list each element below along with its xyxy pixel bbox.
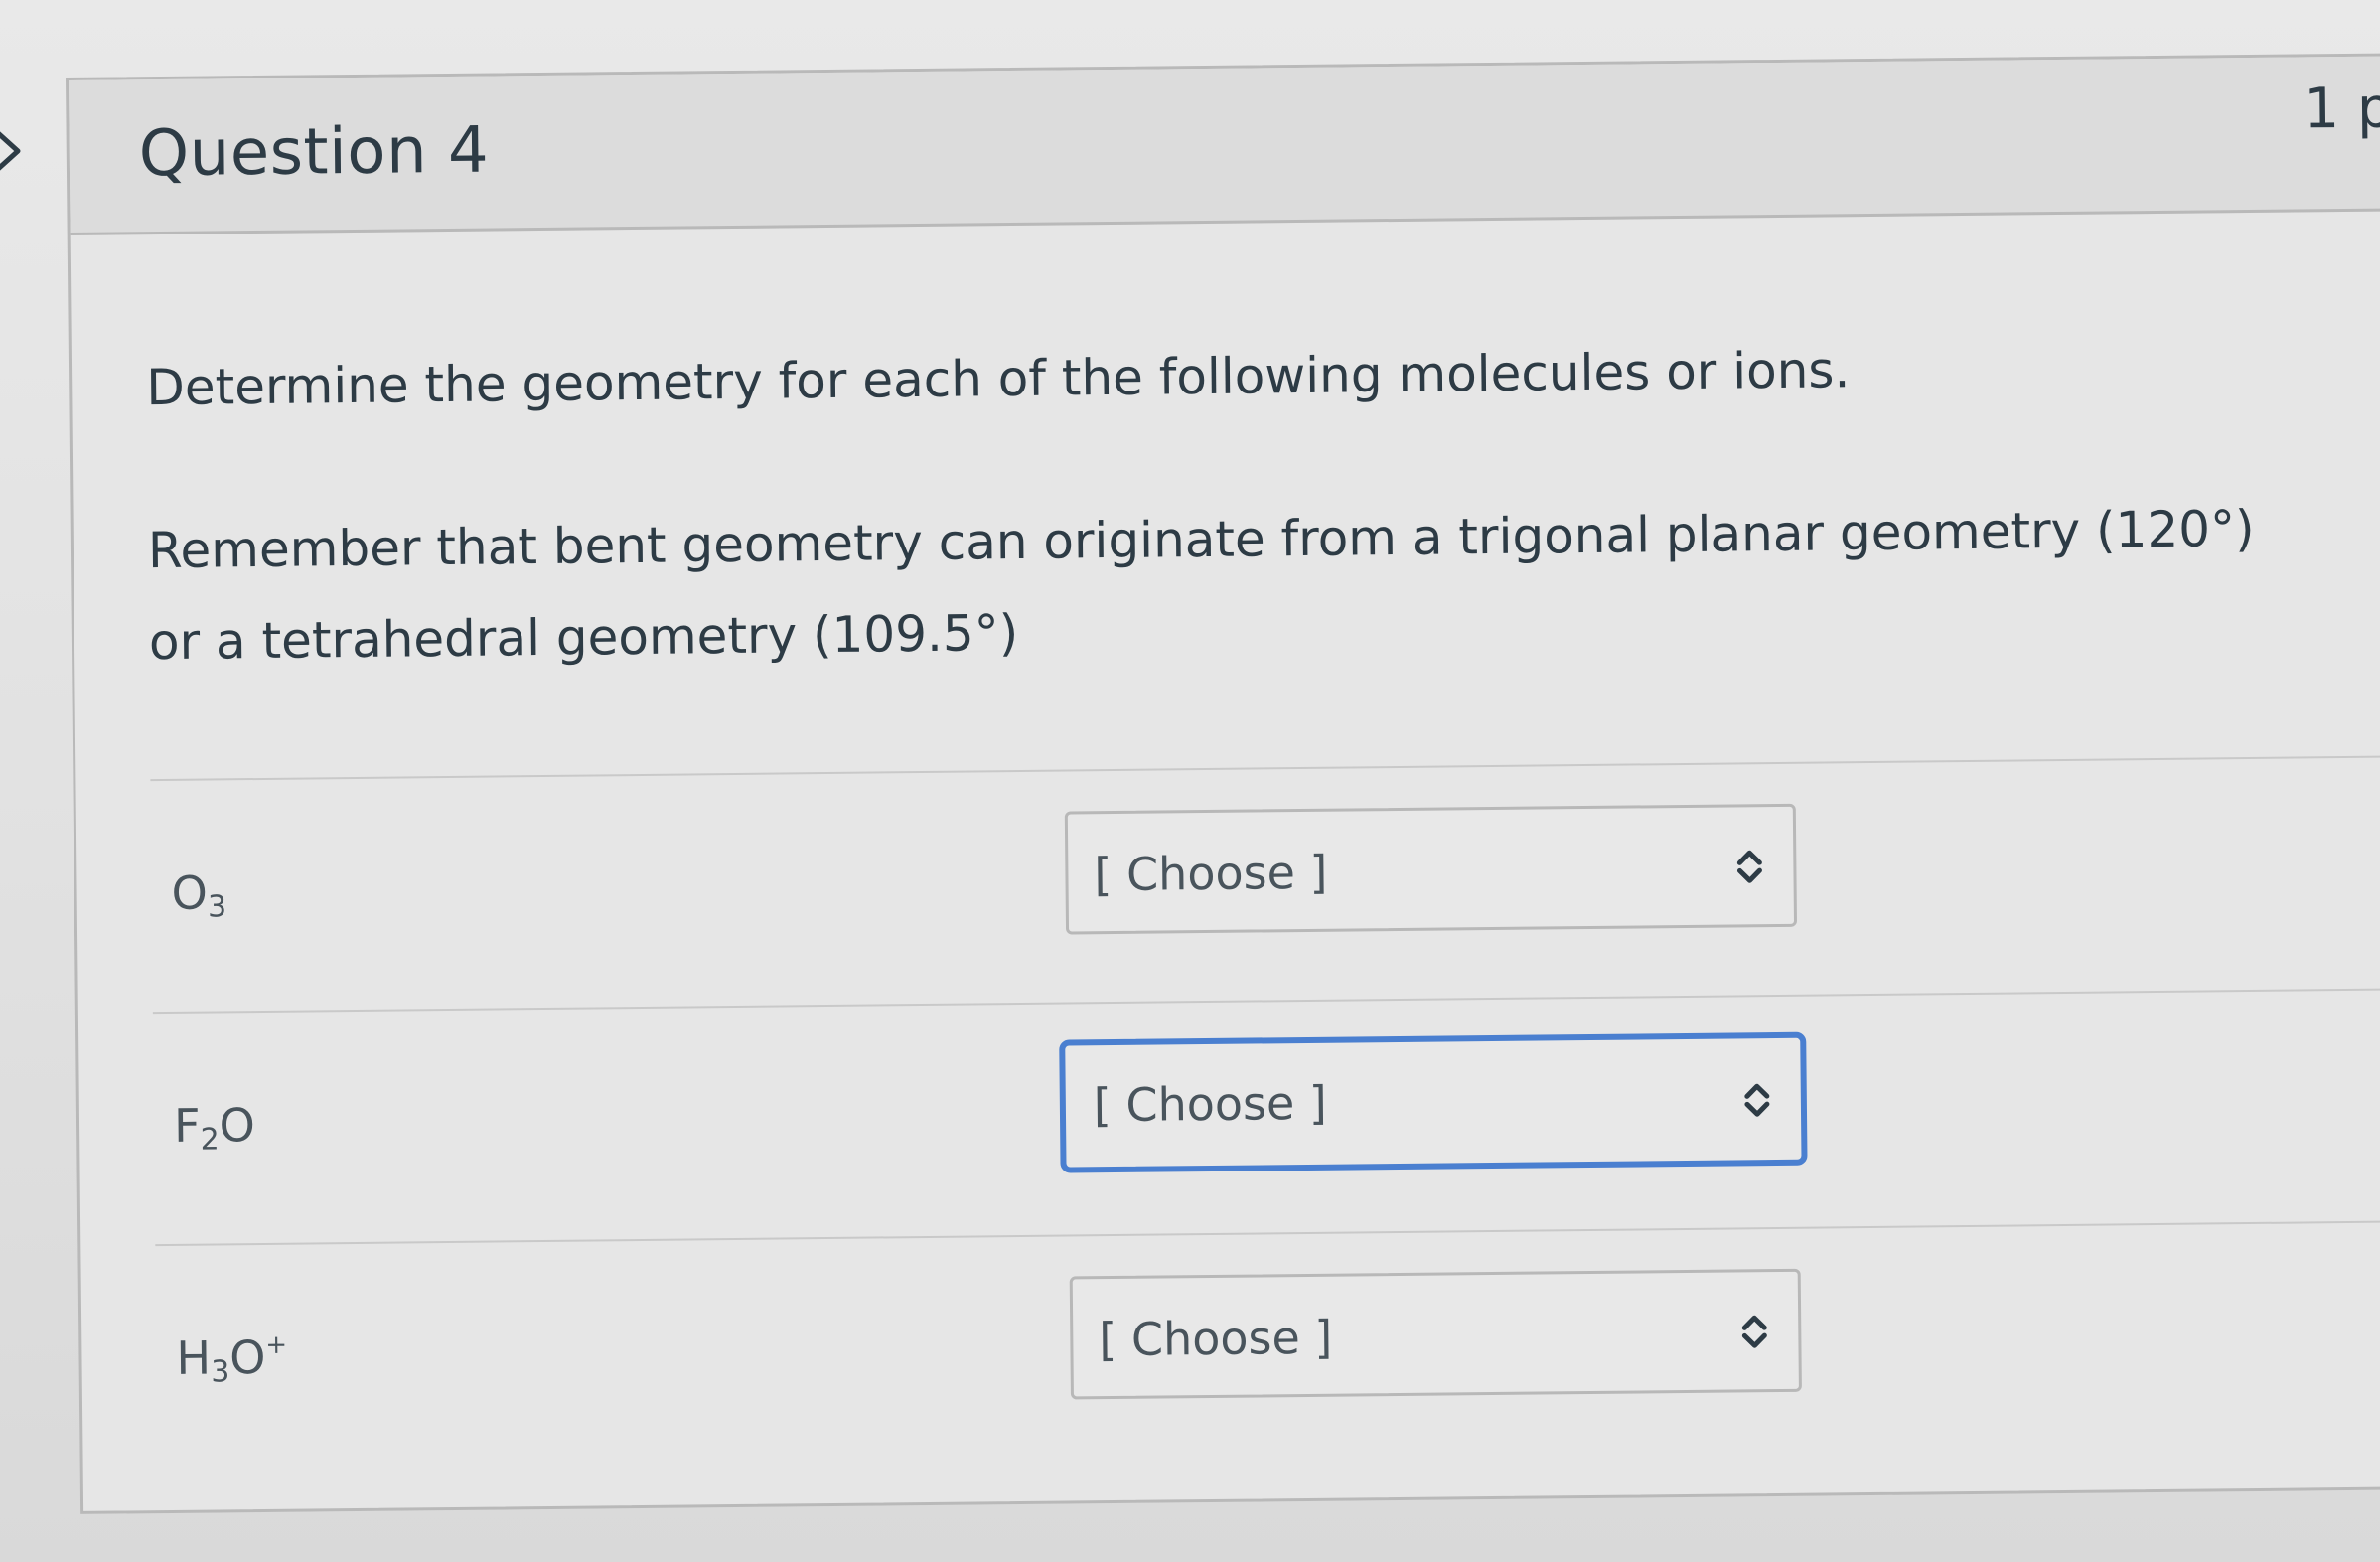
answer-row: H3O+ [ Choose ] (155, 1218, 2380, 1478)
answer-row: O3 [ Choose ] (150, 754, 2380, 1013)
answer-row: F2O [ Choose ] (152, 986, 2380, 1245)
chevron-right-icon[interactable] (0, 121, 40, 181)
up-down-arrows-icon (1744, 1083, 1770, 1117)
prompt-hint: Remember that bent geometry can originat… (147, 499, 2255, 672)
question-prompt: Determine the geometry for each of the f… (146, 320, 2286, 688)
molecule-label: H3O+ (176, 1329, 288, 1390)
question-card: Question 4 1 p Determine the geometry fo… (66, 52, 2380, 1514)
geometry-select[interactable]: [ Choose ] (1069, 1268, 1802, 1400)
molecule-label: F2O (173, 1098, 256, 1158)
geometry-select[interactable]: [ Choose ] (1059, 1031, 1808, 1173)
question-points: 1 p (2304, 76, 2380, 142)
question-header: Question 4 1 p (69, 55, 2380, 235)
select-value: [ Choose ] (1094, 845, 1328, 902)
select-value: [ Choose ] (1093, 1075, 1328, 1133)
answer-rows: O3 [ Choose ] F2O [ Choose ] H3O+ [Choo… (150, 754, 2380, 1478)
molecule-label: O3 (171, 865, 227, 925)
prompt-instruction: Determine the geometry for each of the f… (145, 341, 1851, 417)
screen: Question 4 1 p Determine the geometry fo… (0, 0, 2380, 1562)
select-value: [ Choose ] (1099, 1310, 1333, 1367)
question-title: Question 4 (138, 113, 490, 192)
up-down-arrows-icon (1736, 850, 1762, 883)
geometry-select[interactable]: [ Choose ] (1064, 803, 1798, 935)
up-down-arrows-icon (1741, 1315, 1767, 1348)
